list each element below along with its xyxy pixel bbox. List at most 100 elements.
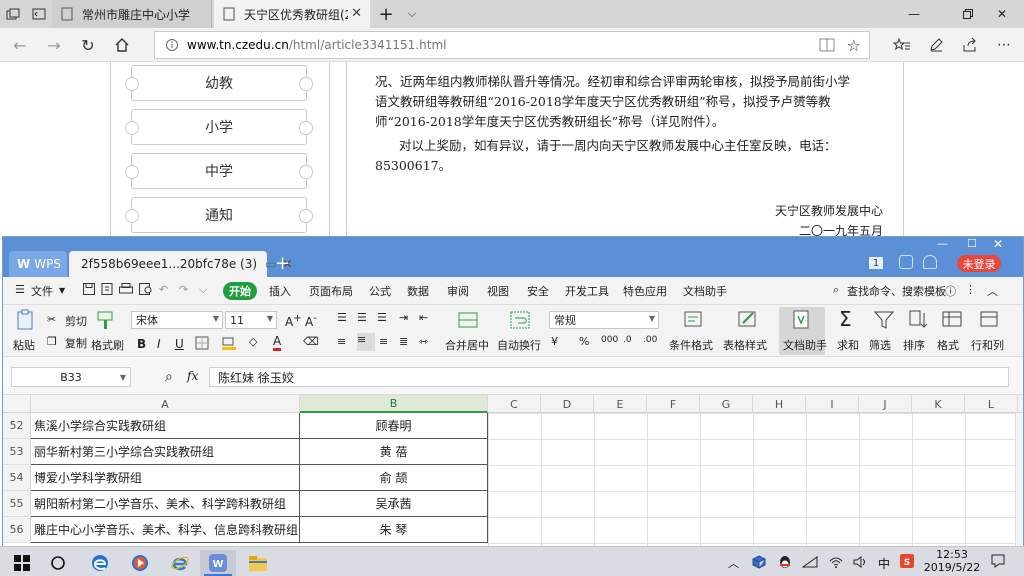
column-header-g[interactable]: G (700, 395, 753, 413)
refresh-icon[interactable]: ↻ (78, 35, 98, 55)
login-button[interactable]: 未登录 (957, 255, 1001, 272)
cut-button[interactable]: 剪切 (65, 313, 87, 329)
menu-file[interactable]: 文件 (31, 283, 53, 299)
print-preview-icon[interactable] (139, 283, 153, 295)
info-icon[interactable] (165, 38, 179, 52)
merge-center-button[interactable]: 合并居中 (445, 337, 489, 353)
undo-icon[interactable]: ↶ (159, 283, 168, 296)
menu-view[interactable]: 视图 (487, 283, 509, 299)
format-button[interactable]: 格式 (937, 337, 959, 353)
cell-b[interactable]: 顾春明 (300, 413, 488, 439)
row-col-button[interactable]: 行和列 (971, 337, 1004, 353)
row-header[interactable]: 52 (3, 413, 31, 439)
align-bottom-icon[interactable]: ☰ (377, 311, 387, 324)
close-tab-icon[interactable]: ✕ (351, 6, 362, 21)
address-bar[interactable]: www.tn.czedu.cn/html/article3341151.html… (154, 31, 870, 59)
number-format-select[interactable]: 常规 ▼ (549, 311, 659, 329)
wrap-text-button[interactable]: 自动换行 (497, 337, 541, 353)
column-header-c[interactable]: C (488, 395, 541, 413)
shape-fill-icon[interactable]: ◇ (249, 335, 257, 348)
vertical-scrollbar[interactable] (1015, 413, 1023, 547)
function-icon[interactable]: fx (187, 369, 198, 383)
table-style-icon[interactable] (737, 309, 759, 331)
empty-cells[interactable] (488, 413, 1023, 547)
currency-icon[interactable]: ¥ (551, 335, 558, 348)
cell-b[interactable]: 俞 颉 (300, 465, 488, 491)
system-clock[interactable]: 12:53 2019/5/22 (922, 548, 982, 574)
sort-icon[interactable] (907, 309, 929, 331)
clear-icon[interactable]: ⌫ (303, 335, 319, 348)
column-header-h[interactable]: H (753, 395, 806, 413)
align-top-icon[interactable]: ☰ (337, 311, 347, 324)
cell-b[interactable]: 朱 琴 (300, 517, 488, 543)
favorites-icon[interactable] (892, 35, 912, 55)
notifications-icon[interactable] (990, 553, 1006, 569)
font-family-select[interactable]: 宋体 ▼ (131, 311, 223, 329)
chevron-down-icon[interactable]: ▼ (120, 373, 126, 382)
column-header-l[interactable]: L (965, 395, 1018, 413)
menu-start[interactable]: 开始 (223, 282, 257, 300)
volume-icon[interactable] (852, 555, 868, 569)
sort-button[interactable]: 排序 (903, 337, 925, 353)
collapse-ribbon-icon[interactable]: ︿ (987, 283, 998, 299)
network-icon[interactable] (802, 555, 818, 569)
minimize-icon[interactable]: — (937, 237, 948, 250)
copy-button[interactable]: 复制 (65, 335, 87, 351)
browser-tab-2[interactable]: 天宁区优秀教研组(2016 ✕ (214, 0, 370, 28)
name-box[interactable]: B33 ▼ (11, 367, 131, 387)
menu-features[interactable]: 特色应用 (623, 283, 667, 299)
paste-button[interactable]: 粘贴 (13, 337, 35, 353)
cortana-search-icon[interactable] (40, 550, 76, 576)
cell-a[interactable]: 丽华新村第三小学综合实践教研组 (31, 439, 300, 465)
wifi-icon[interactable] (828, 555, 844, 569)
windows-start-icon[interactable] (4, 550, 40, 576)
merge-center-icon[interactable] (457, 309, 479, 331)
menu-developer[interactable]: 开发工具 (565, 283, 609, 299)
cell-b[interactable]: 黄 蓓 (300, 439, 488, 465)
cell-b[interactable]: 吴承茜 (300, 491, 488, 517)
column-header-a[interactable]: A (31, 395, 300, 413)
border-icon[interactable] (195, 336, 209, 350)
security-icon[interactable] (752, 555, 766, 569)
increase-decimal-icon[interactable]: .0 (623, 335, 632, 345)
copy-icon[interactable]: ❐ (47, 335, 57, 348)
cell-a[interactable]: 朝阳新村第二小学音乐、美术、科学跨科教研组 (31, 491, 300, 517)
wrap-text-icon[interactable] (509, 309, 531, 331)
favorite-star-icon[interactable]: ☆ (847, 36, 861, 55)
new-doc-icon[interactable]: + (275, 253, 290, 274)
media-player-icon[interactable] (122, 550, 158, 576)
sidebar-item-primary[interactable]: 小学 (125, 109, 313, 145)
search-icon[interactable]: ⌕ (833, 283, 839, 297)
conditional-format-button[interactable]: 条件格式 (669, 337, 713, 353)
filter-button[interactable]: 筛选 (869, 337, 891, 353)
browser-tab-1[interactable]: 常州市雕庄中心小学 (52, 0, 212, 28)
share-icon[interactable] (960, 35, 980, 55)
column-header-k[interactable]: K (912, 395, 965, 413)
show-hidden-icons[interactable]: ︿ (728, 555, 739, 571)
doc-helper-icon[interactable] (791, 309, 813, 331)
select-all-corner[interactable] (3, 395, 31, 413)
reading-view-icon[interactable] (819, 38, 835, 52)
row-header[interactable]: 53 (3, 439, 31, 465)
format-icon[interactable] (941, 309, 963, 331)
row-header[interactable]: 56 (3, 517, 31, 543)
menu-formula[interactable]: 公式 (369, 283, 391, 299)
filter-icon[interactable] (873, 309, 895, 331)
close-window-icon[interactable]: ✕ (993, 237, 1003, 251)
conditional-format-icon[interactable] (683, 309, 705, 331)
cell-a[interactable]: 焦溪小学综合实践教研组 (31, 413, 300, 439)
menu-data[interactable]: 数据 (407, 283, 429, 299)
sidebar-item-middle[interactable]: 中学 (125, 153, 313, 189)
maximize-icon[interactable]: ☐ (967, 237, 977, 250)
sum-button[interactable]: 求和 (837, 337, 859, 353)
file-explorer-icon[interactable] (240, 550, 276, 576)
column-header-j[interactable]: J (859, 395, 912, 413)
skin-icon[interactable] (899, 255, 913, 269)
underline-icon[interactable]: U (175, 337, 184, 351)
cell-a[interactable]: 博爱小学科学教研组 (31, 465, 300, 491)
sogou-ime-icon[interactable]: S (900, 554, 914, 568)
more-icon[interactable]: ⋯ (994, 35, 1014, 55)
table-style-button[interactable]: 表格样式 (723, 337, 767, 353)
command-search[interactable]: 查找命令、搜索模板 (847, 283, 946, 299)
align-right-icon[interactable]: ≡ (379, 335, 388, 348)
